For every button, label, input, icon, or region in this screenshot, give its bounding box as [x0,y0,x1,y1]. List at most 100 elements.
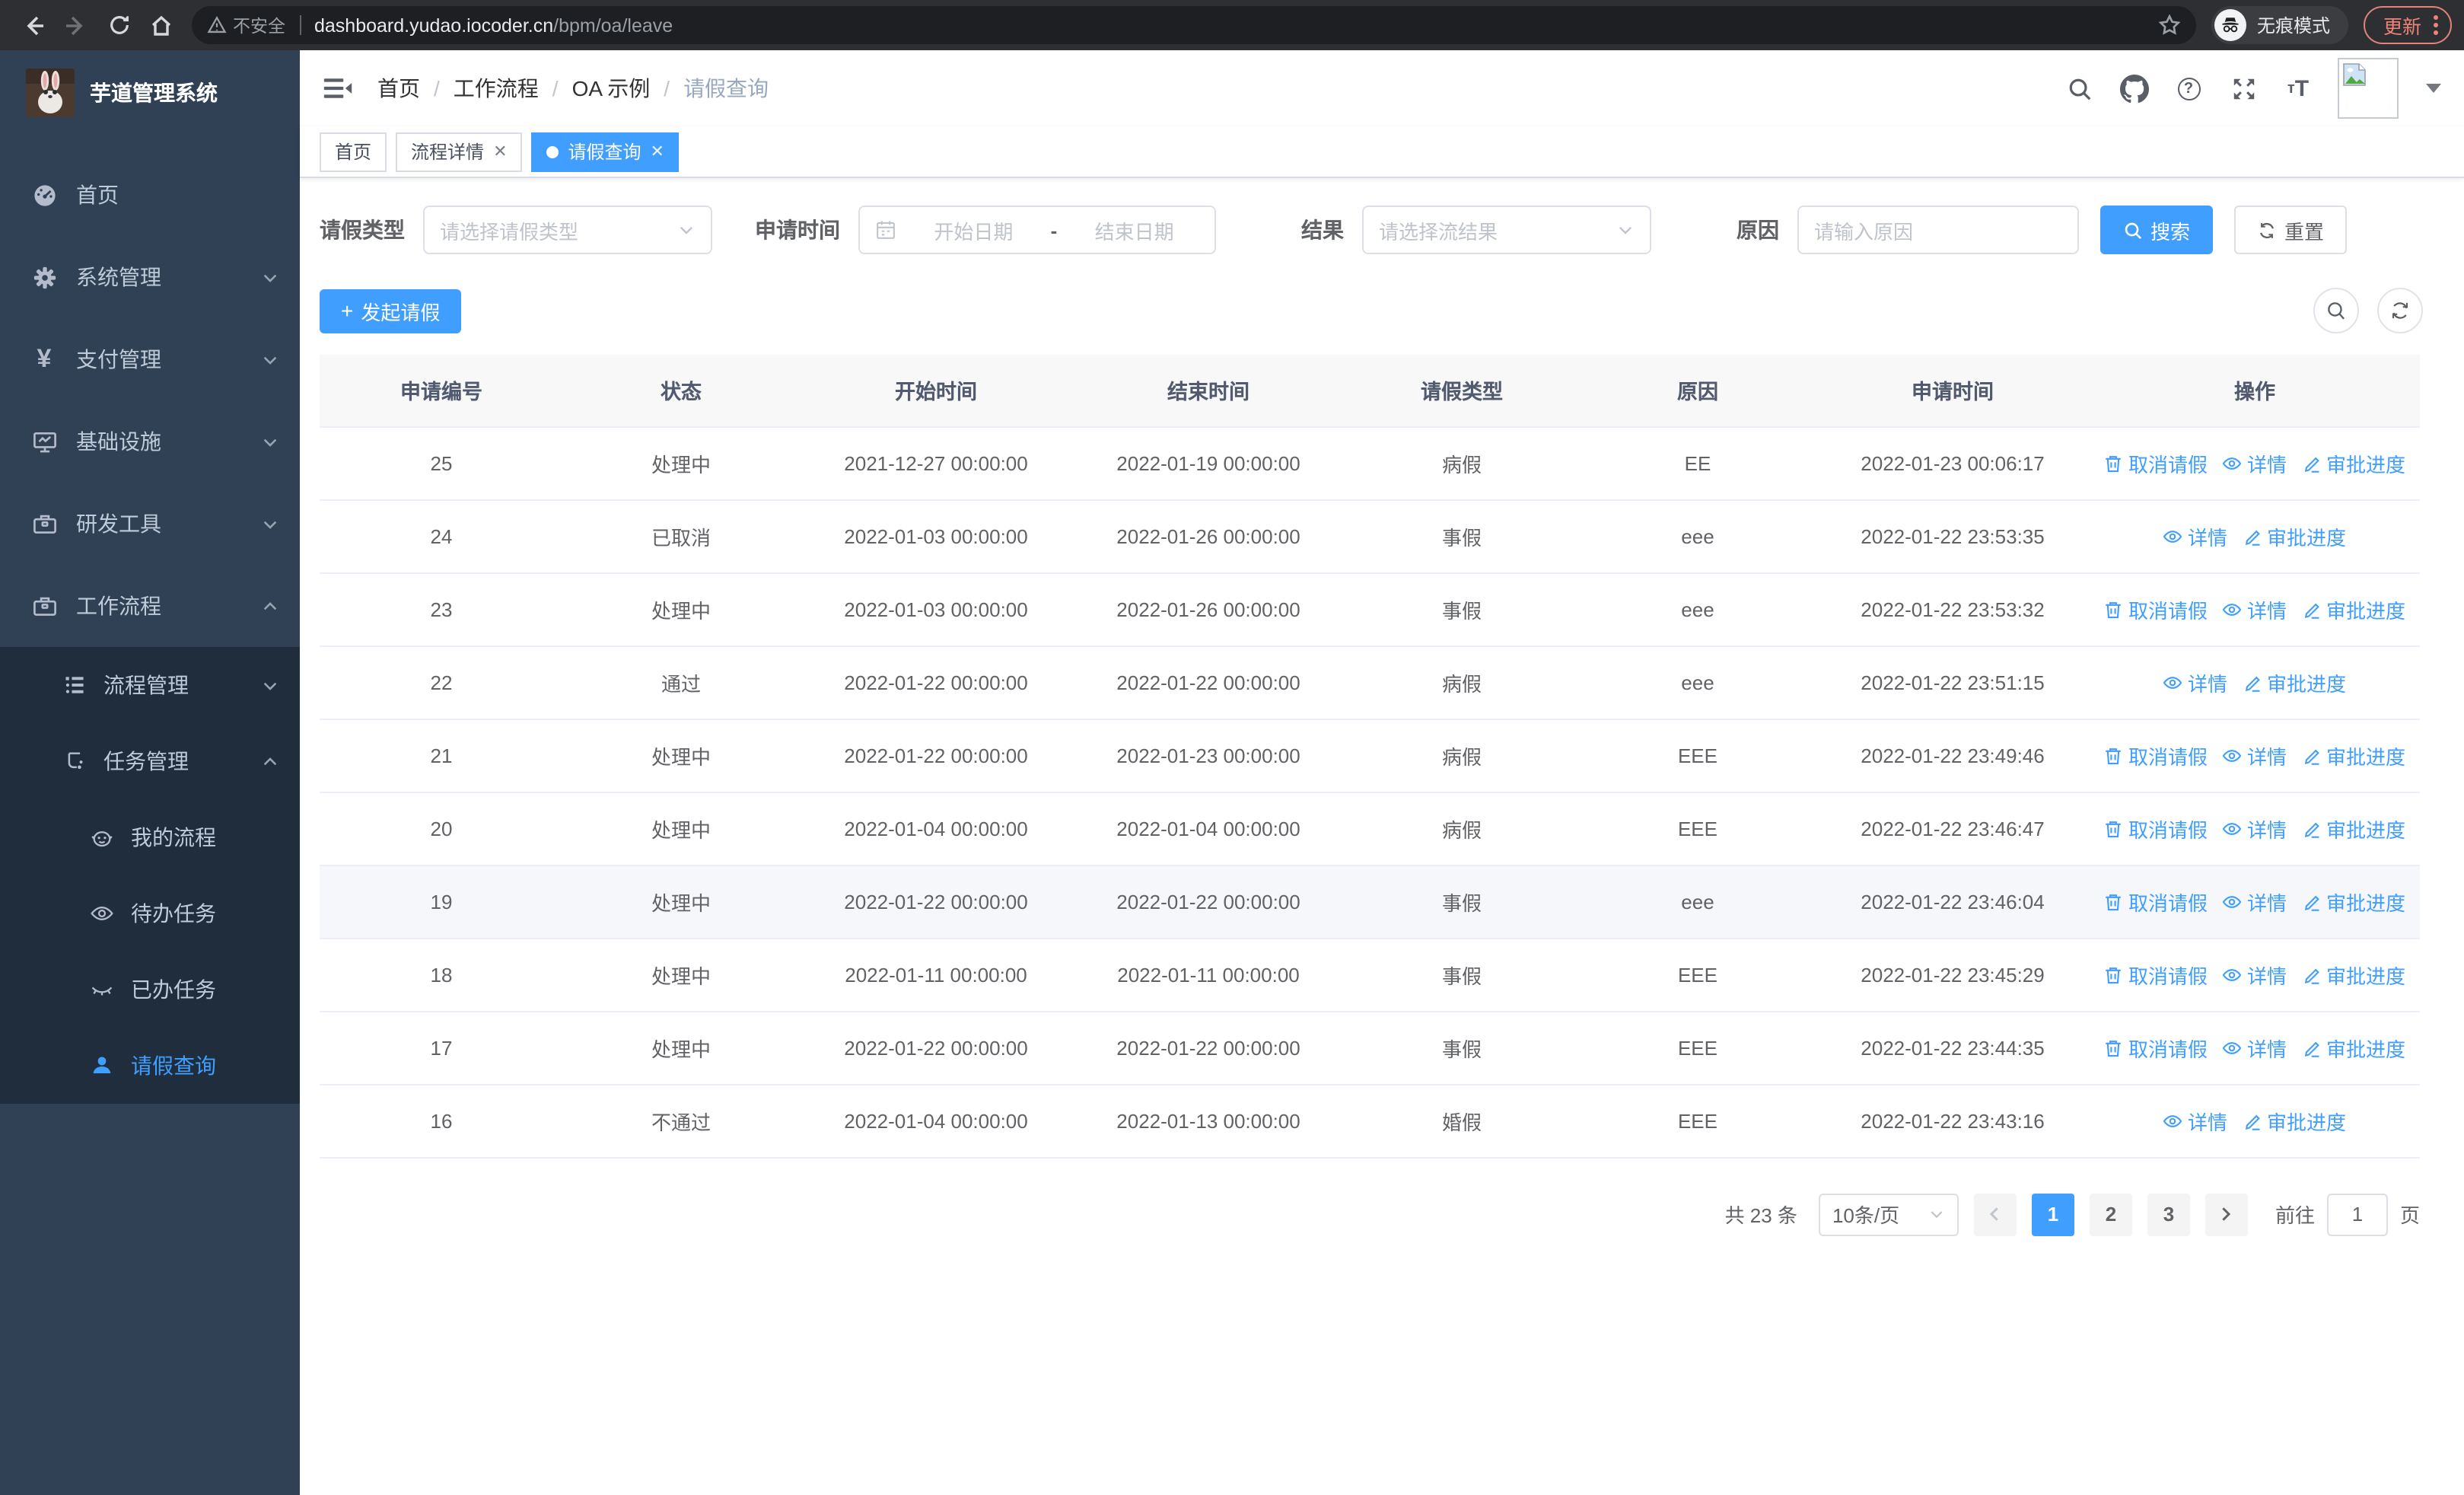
cancel-leave-link[interactable]: 取消请假 [2104,594,2208,623]
progress-link[interactable]: 审批进度 [2302,1033,2405,1062]
breadcrumb-oa-example[interactable]: OA 示例 [572,73,651,104]
avatar[interactable] [2338,58,2399,119]
detail-link[interactable]: 详情 [2223,960,2287,989]
forward-icon[interactable] [55,4,97,46]
create-leave-button[interactable]: + 发起请假 [320,288,462,333]
cancel-leave-link[interactable]: 取消请假 [2104,741,2208,770]
sidebar-collapse-icon[interactable] [323,73,353,104]
progress-link[interactable]: 审批进度 [2302,960,2405,989]
cell-start: 2022-01-04 00:00:00 [799,1084,1073,1158]
security-warning[interactable]: 不安全 [207,13,285,37]
bookmark-star-icon[interactable] [2158,14,2181,37]
github-icon[interactable] [2119,73,2149,104]
fullscreen-icon[interactable] [2228,73,2259,104]
user-menu-caret-icon[interactable] [2426,84,2441,93]
detail-link[interactable]: 详情 [2163,1106,2227,1135]
sidebar-item-infrastructure[interactable]: 基础设施 [0,400,300,483]
detail-link[interactable]: 详情 [2223,1033,2287,1062]
sidebar-item-process-mgmt[interactable]: 流程管理 [0,647,300,723]
sidebar-item-task-mgmt[interactable]: 任务管理 [0,723,300,799]
sidebar-item-devtools[interactable]: 研发工具 [0,483,300,565]
home-icon[interactable] [140,4,183,46]
next-page-button[interactable] [2205,1193,2248,1235]
sidebar-item-system[interactable]: 系统管理 [0,236,300,318]
progress-link[interactable]: 审批进度 [2302,741,2405,770]
delete-icon [2106,821,2122,837]
sidebar-item-home[interactable]: 首页 [0,154,300,236]
browser-menu-icon[interactable] [2434,15,2438,35]
goto-page-input[interactable]: 1 [2326,1193,2388,1235]
app-title: 芋道管理系统 [90,80,218,104]
font-size-icon[interactable]: тT [2283,73,2313,104]
sidebar-item-leave-query[interactable]: 请假查询 [0,1028,300,1104]
detail-link[interactable]: 详情 [2163,521,2227,550]
tab-process-detail[interactable]: 流程详情 ✕ [396,132,523,171]
reload-icon[interactable] [97,4,140,46]
progress-link[interactable]: 审批进度 [2243,668,2346,696]
progress-link[interactable]: 审批进度 [2243,521,2346,550]
cell-start: 2022-01-11 00:00:00 [799,938,1073,1012]
cancel-leave-link[interactable]: 取消请假 [2104,1033,2208,1062]
sidebar-item-workflow[interactable]: 工作流程 [0,565,300,647]
detail-link[interactable]: 详情 [2223,814,2287,843]
detail-link[interactable]: 详情 [2223,448,2287,477]
col-applied: 申请时间 [1816,355,2090,427]
gear-icon [30,263,58,291]
prev-page-button[interactable] [1973,1193,2017,1235]
cancel-leave-link[interactable]: 取消请假 [2104,887,2208,916]
detail-link[interactable]: 详情 [2223,741,2287,770]
search-icon[interactable] [2064,73,2094,104]
cancel-leave-link[interactable]: 取消请假 [2104,448,2208,477]
view-icon [2163,1114,2183,1127]
url-text[interactable]: dashboard.yudao.iocoder.cn/bpm/oa/leave [314,14,2158,36]
cell-type: 病假 [1344,792,1580,865]
edit-icon [2303,456,2319,472]
detail-link[interactable]: 详情 [2223,594,2287,623]
sidebar-item-todo-tasks[interactable]: 待办任务 [0,875,300,952]
cell-id: 20 [320,792,563,865]
sidebar-item-payment[interactable]: ¥ 支付管理 [0,318,300,400]
help-icon[interactable]: ? [2173,73,2204,104]
leave-type-select[interactable]: 请选择请假类型 [423,206,712,254]
detail-link[interactable]: 详情 [2163,668,2227,696]
detail-link[interactable]: 详情 [2223,887,2287,916]
result-select[interactable]: 请选择流结果 [1362,206,1651,254]
edit-icon [2244,675,2259,691]
sidebar-item-my-process[interactable]: 我的流程 [0,799,300,875]
breadcrumb-home[interactable]: 首页 [377,73,420,104]
close-icon[interactable]: ✕ [493,142,507,161]
cell-start: 2022-01-22 00:00:00 [799,865,1073,939]
progress-link[interactable]: 审批进度 [2243,1106,2346,1135]
back-icon[interactable] [12,4,55,46]
progress-link[interactable]: 审批进度 [2302,814,2405,843]
page-button-3[interactable]: 3 [2147,1193,2190,1235]
col-end: 结束时间 [1073,355,1344,427]
tab-home[interactable]: 首页 [320,132,387,171]
cell-start: 2022-01-22 00:00:00 [799,1011,1073,1085]
reason-input[interactable]: 请输入原因 [1797,206,2079,254]
refresh-button[interactable] [2377,288,2423,333]
progress-link[interactable]: 审批进度 [2302,887,2405,916]
page-size-select[interactable]: 10条/页 [1818,1193,1959,1235]
search-button[interactable]: 搜索 [2100,206,2214,254]
update-button[interactable]: 更新 [2363,6,2452,44]
close-icon[interactable]: ✕ [651,142,664,161]
progress-link[interactable]: 审批进度 [2302,594,2405,623]
apply-time-range-picker[interactable]: 开始日期 - 结束日期 [858,206,1216,254]
progress-link[interactable]: 审批进度 [2302,448,2405,477]
url-bar[interactable]: 不安全 dashboard.yudao.iocoder.cn/bpm/oa/le… [192,6,2196,44]
edit-icon [2303,821,2319,837]
cell-reason: EEE [1580,792,1816,865]
tab-leave-query[interactable]: 请假查询 ✕ [531,132,680,171]
delete-icon [2106,1040,2122,1057]
cell-start: 2022-01-22 00:00:00 [799,719,1073,792]
sidebar-item-done-tasks[interactable]: 已办任务 [0,952,300,1028]
page-button-1[interactable]: 1 [2031,1193,2074,1235]
toggle-search-button[interactable] [2313,288,2359,333]
breadcrumb-workflow[interactable]: 工作流程 [454,73,539,104]
app-logo[interactable]: 芋道管理系统 [0,50,300,134]
cancel-leave-link[interactable]: 取消请假 [2104,960,2208,989]
cancel-leave-link[interactable]: 取消请假 [2104,814,2208,843]
page-button-2[interactable]: 2 [2089,1193,2132,1235]
reset-button[interactable]: 重置 [2234,206,2348,254]
